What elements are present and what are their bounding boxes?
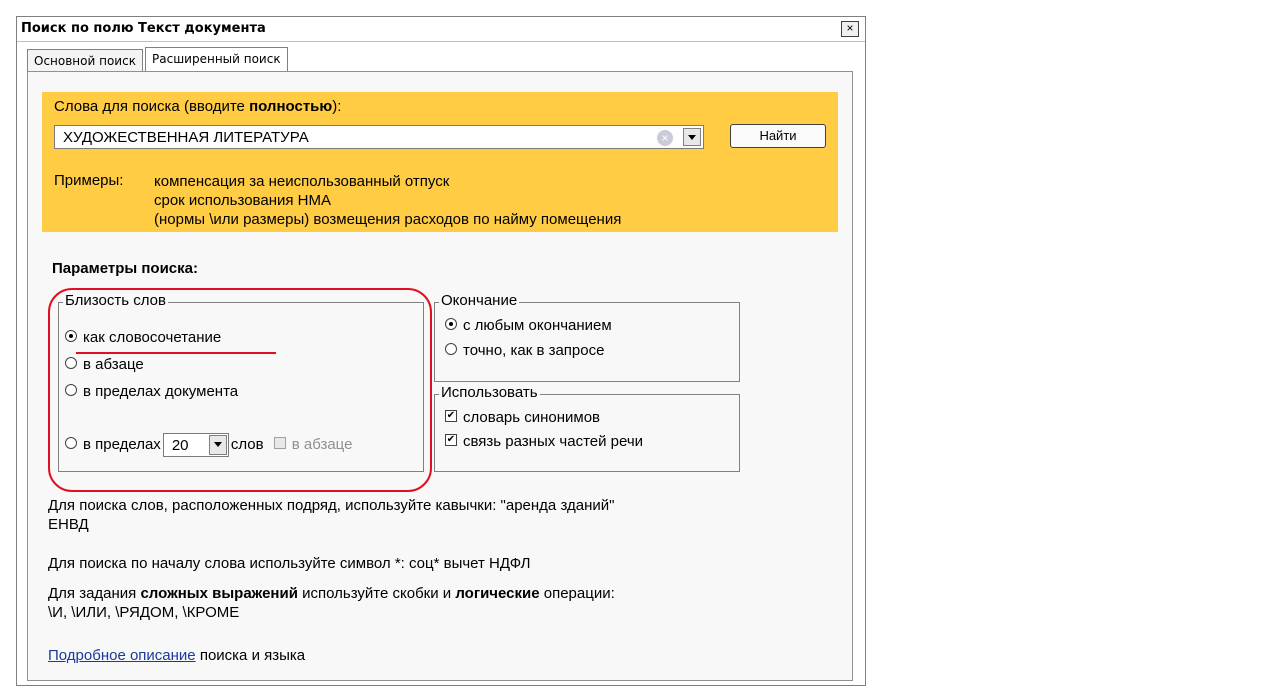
chevron-down-icon[interactable] bbox=[683, 128, 701, 146]
search-params-title: Параметры поиска: bbox=[52, 260, 198, 277]
clear-icon[interactable]: × bbox=[657, 130, 673, 146]
close-button[interactable]: × bbox=[841, 21, 859, 37]
tab-basic-search[interactable]: Основной поиск bbox=[27, 49, 143, 71]
use-group: Использовать ✔ словарь синонимов ✔ связь р… bbox=[434, 384, 740, 472]
radio-icon bbox=[65, 384, 77, 397]
proximity-group: Близость слов как словосочетание в абзац… bbox=[58, 292, 424, 472]
tab-advanced-search[interactable]: Расширенный поиск bbox=[145, 47, 288, 71]
radio-paragraph[interactable]: в абзаце bbox=[65, 356, 144, 373]
help-details: Подробное описание поиска и языка bbox=[48, 647, 306, 664]
search-input-value: ХУДОЖЕСТВЕННАЯ ЛИТЕРАТУРА bbox=[63, 129, 309, 146]
examples-list: компенсация за неиспользованный отпуск с… bbox=[154, 172, 621, 229]
examples-label: Примеры: bbox=[54, 172, 124, 189]
example-item: срок использования НМА bbox=[154, 192, 331, 209]
annotation-underline bbox=[76, 352, 276, 354]
help-prefix: Для поиска по началу слова используйте с… bbox=[48, 555, 531, 572]
window-title: Поиск по полю Текст документа bbox=[21, 21, 266, 36]
chevron-down-icon[interactable] bbox=[208, 435, 227, 455]
ending-legend: Окончание bbox=[439, 292, 520, 309]
in-paragraph-label: в абзаце bbox=[291, 435, 353, 453]
radio-icon bbox=[65, 437, 77, 449]
search-input[interactable]: ХУДОЖЕСТВЕННАЯ ЛИТЕРАТУРА × bbox=[54, 125, 704, 149]
radio-exact-ending[interactable]: точно, как в запросе bbox=[445, 342, 604, 359]
checkbox-parts-of-speech[interactable]: ✔ связь разных частей речи bbox=[445, 433, 643, 450]
details-link[interactable]: Подробное описание bbox=[48, 647, 196, 664]
checkmark-icon: ✔ bbox=[445, 410, 457, 423]
find-button[interactable]: Найти bbox=[730, 124, 826, 148]
radio-icon bbox=[65, 357, 77, 370]
radio-icon bbox=[65, 330, 77, 343]
ending-group: Окончание с любым окончанием точно, как … bbox=[434, 292, 740, 382]
search-words-label: Слова для поиска (вводите полностью): bbox=[54, 98, 342, 115]
radio-within-words[interactable]: в пределах 20 слов в абзаце bbox=[65, 433, 352, 457]
proximity-legend: Близость слов bbox=[63, 292, 168, 309]
help-quotes: Для поиска слов, расположенных подряд, и… bbox=[48, 497, 615, 533]
checkbox-synonyms[interactable]: ✔ словарь синонимов bbox=[445, 409, 600, 426]
title-bar: Поиск по полю Текст документа × bbox=[17, 17, 865, 42]
checkmark-icon: ✔ bbox=[445, 434, 457, 447]
radio-icon bbox=[445, 318, 457, 331]
radio-icon bbox=[445, 343, 457, 356]
radio-document[interactable]: в пределах документа bbox=[65, 383, 238, 400]
example-item: (нормы \или размеры) возмещения расходов… bbox=[154, 211, 622, 228]
help-complex: Для задания сложных выражений используйт… bbox=[48, 585, 615, 621]
radio-any-ending[interactable]: с любым окончанием bbox=[445, 317, 612, 334]
advanced-search-panel: Слова для поиска (вводите полностью): ХУ… bbox=[27, 71, 853, 681]
example-item: компенсация за неиспользованный отпуск bbox=[154, 173, 450, 190]
in-paragraph-checkbox[interactable] bbox=[273, 437, 286, 449]
search-input-area: Слова для поиска (вводите полностью): ХУ… bbox=[42, 92, 838, 232]
radio-phrase[interactable]: как словосочетание bbox=[65, 329, 221, 346]
search-dialog: Поиск по полю Текст документа × Основной… bbox=[16, 16, 866, 686]
use-legend: Использовать bbox=[439, 384, 540, 401]
words-count-select[interactable]: 20 bbox=[162, 433, 229, 457]
